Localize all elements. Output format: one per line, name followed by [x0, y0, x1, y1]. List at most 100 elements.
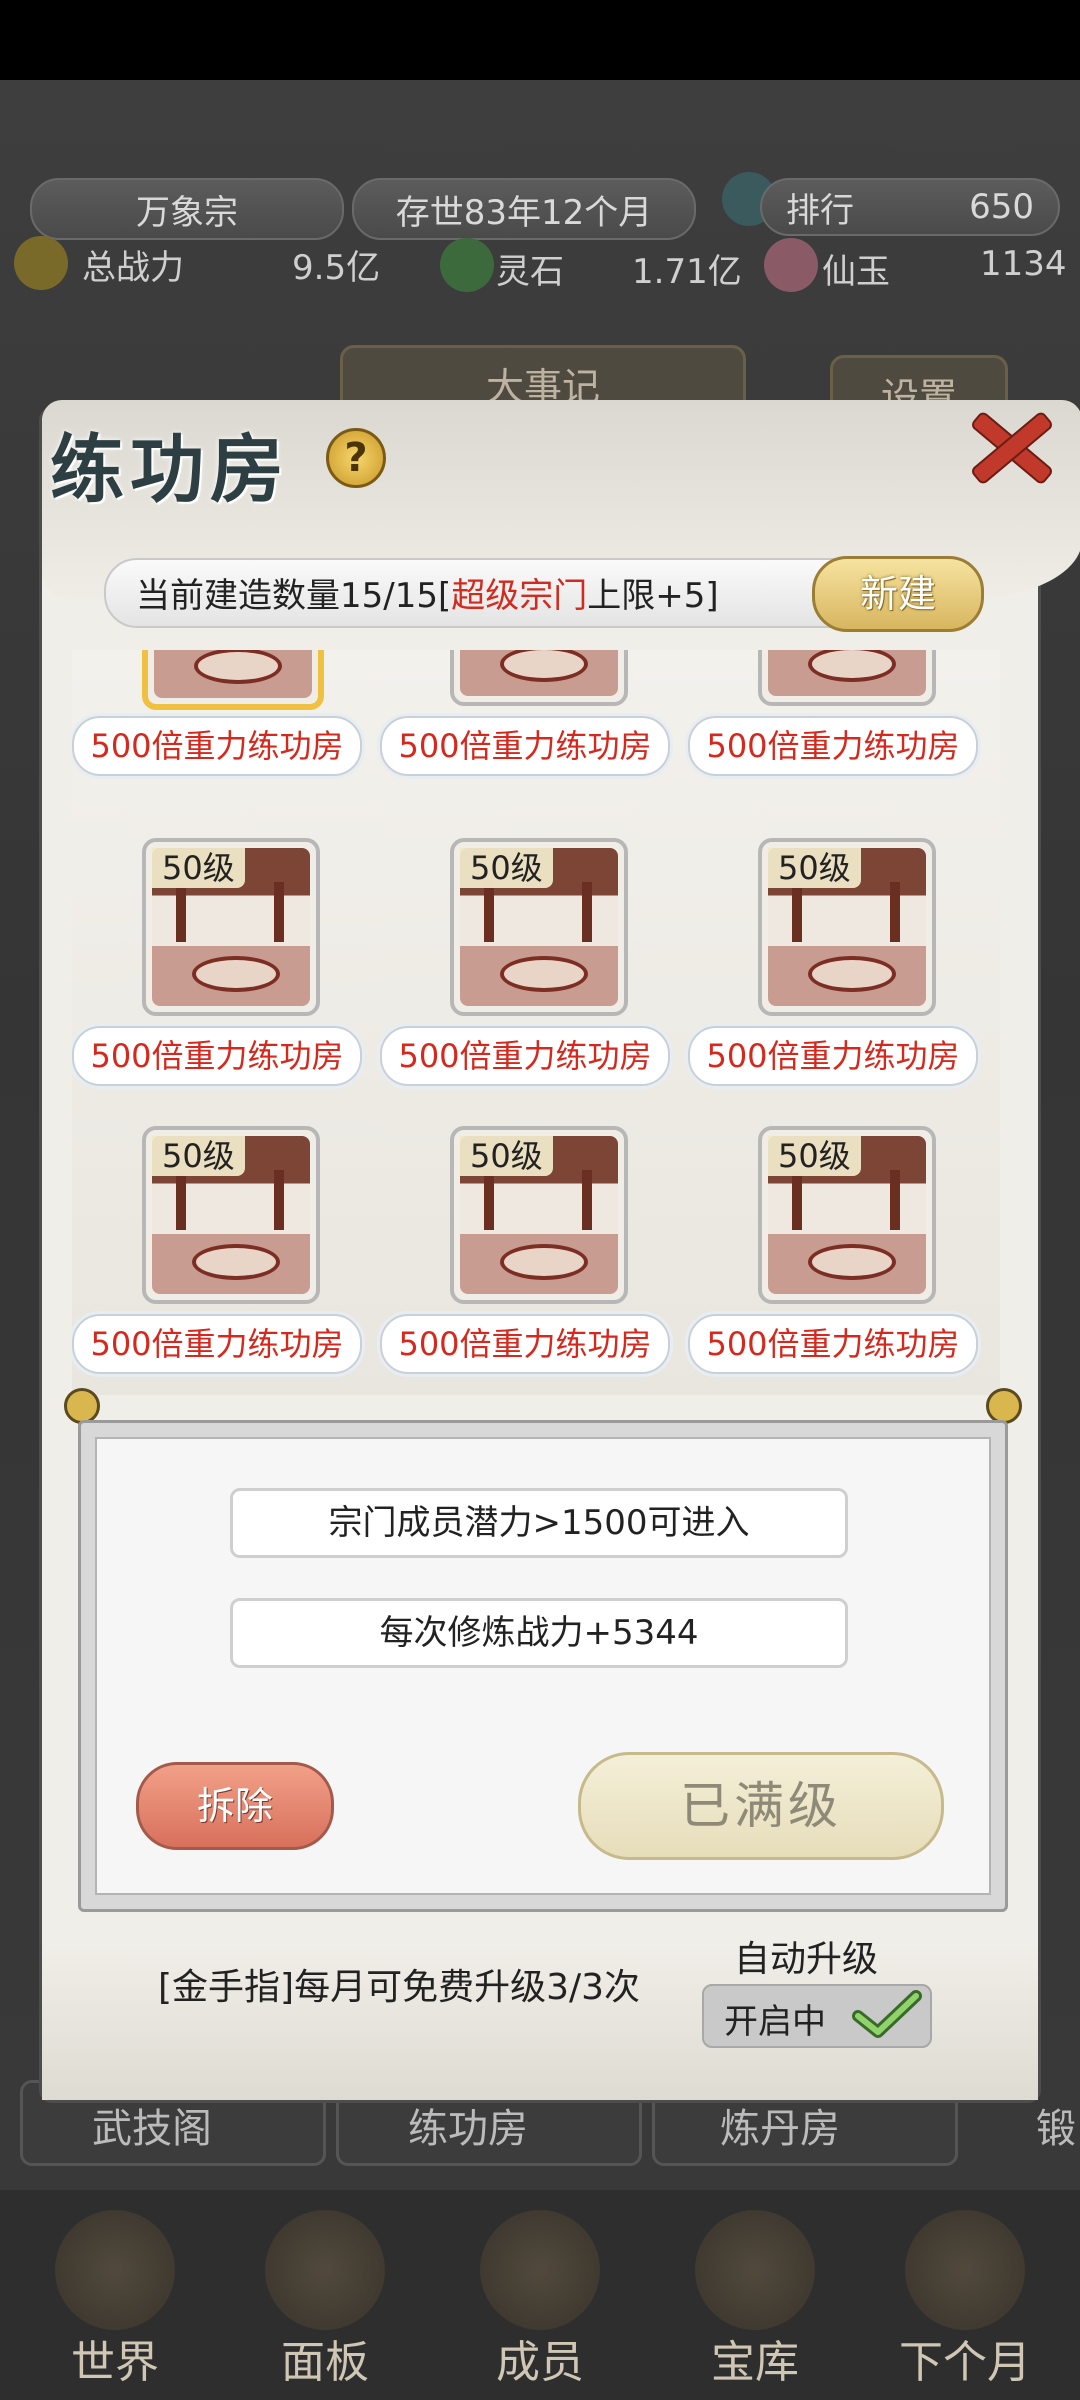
room-cell[interactable]: 500倍重力练功房 [688, 650, 978, 808]
room-cell[interactable]: 50级 500倍重力练功房 [688, 1126, 978, 1395]
training-room-image [768, 650, 926, 696]
rank-pill[interactable]: 排行 650 [760, 178, 1060, 236]
rank-value: 650 [969, 187, 1034, 227]
room-rug [500, 1244, 588, 1280]
nav-world-label: 世界 [71, 2337, 159, 2388]
close-button[interactable] [960, 400, 1060, 490]
room-name: 500倍重力练功房 [72, 1026, 362, 1086]
sect-age: 存世83年12个月 [352, 178, 696, 240]
spirit-stone-icon [440, 238, 494, 292]
spirit-stone-value: 1.71亿 [632, 252, 742, 292]
help-icon[interactable]: ? [326, 428, 386, 488]
sect-name: 万象宗 [30, 178, 344, 240]
status-bar [0, 0, 1080, 80]
frame-corner-left [64, 1388, 100, 1424]
room-cell[interactable]: 50级 500倍重力练功房 [380, 1126, 670, 1395]
members-icon [480, 2210, 600, 2330]
hall-label-alchemy: 炼丹房 [720, 2106, 840, 2152]
room-pillar [176, 1170, 186, 1230]
room-name: 500倍重力练功房 [688, 1026, 978, 1086]
room-grid[interactable]: 500倍重力练功房 500倍重力练功房 500倍重力练功房 50级 500倍重力… [72, 650, 1000, 1395]
gold-finger-text: [金手指]每月可免费升级3/3次 [158, 1967, 641, 2008]
level-badge: 50级 [768, 848, 861, 888]
room-rug [192, 1244, 280, 1280]
training-room-image [460, 650, 618, 696]
nav-world[interactable]: 世界 [40, 2200, 190, 2390]
room-card[interactable]: 50级 [142, 1126, 320, 1304]
nav-treasury[interactable]: 宝库 [680, 2200, 830, 2390]
power-value: 9.5亿 [292, 248, 381, 288]
room-name: 500倍重力练功房 [688, 716, 978, 776]
room-card[interactable] [450, 650, 628, 706]
room-card[interactable]: 50级 [758, 1126, 936, 1304]
room-pillar [792, 882, 802, 942]
frame-corner-right [986, 1388, 1022, 1424]
level-badge: 50级 [768, 1136, 861, 1176]
room-pillar [582, 882, 592, 942]
room-name: 500倍重力练功房 [72, 1314, 362, 1374]
room-card[interactable] [142, 650, 324, 710]
demolish-button[interactable]: 拆除 [136, 1762, 334, 1850]
check-icon [852, 1990, 922, 2038]
nav-next-month[interactable]: 下个月 [890, 2200, 1040, 2390]
level-badge: 50级 [152, 848, 245, 888]
room-pillar [890, 882, 900, 942]
training-room-image [154, 650, 312, 698]
room-card[interactable]: 50级 [142, 838, 320, 1016]
next-month-icon [905, 2210, 1025, 2330]
room-card[interactable]: 50级 [450, 1126, 628, 1304]
treasury-icon [695, 2210, 815, 2330]
room-rug [500, 956, 588, 992]
requirement-text: 宗门成员潜力>1500可进入 [230, 1488, 848, 1558]
auto-upgrade-toggle[interactable]: 开启中 [702, 1984, 932, 2048]
level-badge: 50级 [460, 848, 553, 888]
nav-panel[interactable]: 面板 [250, 2200, 400, 2390]
modal-title: 练功房 [50, 427, 290, 513]
room-name: 500倍重力练功房 [72, 716, 362, 776]
room-rug [500, 650, 588, 682]
room-cell[interactable]: 500倍重力练功房 [72, 650, 362, 808]
room-rug [808, 1244, 896, 1280]
power-icon [14, 236, 68, 290]
world-icon [55, 2210, 175, 2330]
room-pillar [890, 1170, 900, 1230]
room-pillar [176, 882, 186, 942]
room-name: 500倍重力练功房 [380, 1314, 670, 1374]
nav-treasury-label: 宝库 [711, 2337, 799, 2388]
room-cell[interactable]: 50级 500倍重力练功房 [72, 838, 362, 1118]
room-rug [808, 956, 896, 992]
level-badge: 50级 [152, 1136, 245, 1176]
room-rug [192, 956, 280, 992]
room-pillar [792, 1170, 802, 1230]
room-rug [808, 650, 896, 682]
new-build-button[interactable]: 新建 [812, 556, 984, 632]
nav-next-month-label: 下个月 [899, 2337, 1031, 2388]
auto-upgrade-label: 自动升级 [734, 1939, 879, 1980]
room-card[interactable]: 50级 [758, 838, 936, 1016]
nav-members[interactable]: 成员 [465, 2200, 615, 2390]
room-card[interactable] [758, 650, 936, 706]
room-card[interactable]: 50级 [450, 838, 628, 1016]
bonus-text: 每次修炼战力+5344 [230, 1598, 848, 1668]
max-level-button[interactable]: 已满级 [578, 1752, 944, 1860]
room-name: 500倍重力练功房 [380, 1026, 670, 1086]
room-cell[interactable]: 50级 500倍重力练功房 [380, 838, 670, 1118]
room-pillar [484, 882, 494, 942]
nav-members-label: 成员 [496, 2337, 584, 2388]
room-pillar [274, 882, 284, 942]
capacity-text: 当前建造数量15/15[超级宗门上限+5] [136, 568, 719, 617]
capacity-suffix: 上限+5] [587, 576, 719, 616]
jade-label: 仙玉 [822, 252, 890, 292]
room-cell[interactable]: 500倍重力练功房 [380, 650, 670, 808]
room-cell[interactable]: 50级 500倍重力练功房 [688, 838, 978, 1118]
panel-icon [265, 2210, 385, 2330]
nav-panel-label: 面板 [281, 2337, 369, 2388]
level-badge: 50级 [460, 1136, 553, 1176]
auto-upgrade-state: 开启中 [724, 2002, 826, 2042]
spirit-stone-label: 灵石 [496, 252, 564, 292]
hall-label-training: 练功房 [408, 2106, 528, 2152]
jade-value: 1134 [980, 244, 1067, 284]
room-cell[interactable]: 50级 500倍重力练功房 [72, 1126, 362, 1395]
room-pillar [274, 1170, 284, 1230]
room-rug [194, 650, 282, 684]
